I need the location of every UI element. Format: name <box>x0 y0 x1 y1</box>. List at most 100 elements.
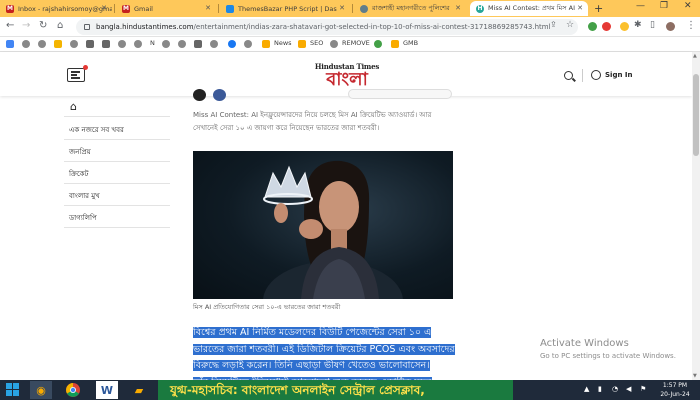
vertical-scrollbar[interactable]: ▲ ▼ <box>692 52 700 380</box>
scroll-up-icon[interactable]: ▲ <box>693 53 697 59</box>
extension-icon[interactable] <box>602 22 611 31</box>
bookmark-icon[interactable] <box>102 40 110 48</box>
scroll-down-icon[interactable]: ▼ <box>693 373 697 379</box>
extension-icon[interactable] <box>588 22 597 31</box>
bookmark-icon[interactable] <box>178 40 186 48</box>
close-icon[interactable]: ✕ <box>101 4 107 12</box>
puzzle-icon[interactable]: ✱ <box>634 20 642 30</box>
maximize-icon[interactable]: ❐ <box>660 1 668 11</box>
user-icon[interactable] <box>591 70 601 80</box>
windows-start-icon[interactable] <box>6 383 20 397</box>
tab-divider <box>114 4 115 13</box>
avatar[interactable] <box>666 22 675 31</box>
sidebar-nav: ⌂ এক নজরে সব খবর জনপ্রিয় ক্রিকেট বাংলার… <box>64 96 170 236</box>
bookmark-star-icon[interactable]: ☆ <box>566 20 574 30</box>
folder-icon[interactable] <box>298 40 306 48</box>
bookmark-icon[interactable] <box>194 40 202 48</box>
sidebar-item-banglar-mukh[interactable]: বাংলার মুখ <box>69 190 100 202</box>
url-host: bangla.hindustantimes.com <box>96 23 194 31</box>
logo-main-text: বাংলা <box>326 69 368 90</box>
extension-icon[interactable] <box>620 22 629 31</box>
tab-title: রাজশাহী মহানগরীতে পুলিশের <box>372 4 450 12</box>
folder-icon[interactable]: ▰ <box>128 381 150 399</box>
minimize-icon[interactable]: — <box>636 1 645 11</box>
url-path: /entertainment/indias-zara-shatavari-got… <box>193 23 551 31</box>
system-clock[interactable]: 1:57 PM 20-Jun-24 <box>655 381 695 399</box>
back-icon[interactable]: ← <box>6 20 14 31</box>
site-logo[interactable]: Hindustan Times বাংলা <box>314 62 380 92</box>
media-app-icon[interactable]: ◉ <box>30 381 52 399</box>
chrome-icon[interactable] <box>62 381 84 399</box>
menu-kebab-icon[interactable]: ⋮ <box>686 20 696 31</box>
bookmark-icon[interactable] <box>22 40 30 48</box>
tab-themesbazar[interactable]: ThemesBazar PHP Script | Das ✕ <box>220 1 350 16</box>
sidebar-item-all-news[interactable]: এক নজরে সব খবর <box>69 124 124 136</box>
share-facebook-icon[interactable] <box>213 89 226 101</box>
themesbazar-icon <box>226 4 234 13</box>
sidebar-item-cricket[interactable]: ক্রিকেট <box>69 168 88 180</box>
new-tab-button[interactable]: + <box>594 2 603 15</box>
divider <box>64 205 170 206</box>
battery-icon[interactable]: ▮ <box>598 385 602 393</box>
tab-rajshahi[interactable]: রাজশাহী মহানগরীতে পুলিশের ✕ <box>354 1 466 16</box>
network-icon[interactable]: ▲ <box>584 385 589 393</box>
forward-icon[interactable]: → <box>22 20 30 31</box>
sign-in-link[interactable]: Sign In <box>605 71 632 79</box>
bookmark-news[interactable]: News <box>274 39 292 47</box>
body-line: ভারতের জারা শতবরী। এই ডিজিটাল ক্রিয়েটর … <box>193 343 455 355</box>
tab-inbox[interactable]: M Inbox - rajshahirsomoy@gmai ✕ <box>0 1 112 16</box>
close-icon[interactable]: ✕ <box>339 4 345 12</box>
bookmark-icon[interactable] <box>70 40 78 48</box>
ht-icon: H <box>476 4 484 13</box>
tab-miss-ai[interactable]: H Miss AI Contest: প্রথম মিস AI ✕ <box>470 1 588 16</box>
news-ticker: যুগ্ম-মহাসচিব: বাংলাদেশ অনলাইন সেন্ট্রাল… <box>158 380 513 400</box>
word-icon[interactable]: W <box>96 381 118 399</box>
sidebar-item-horoscope[interactable]: ডাগ্যলিপি <box>69 212 97 224</box>
home-icon[interactable]: ⌂ <box>57 20 63 31</box>
sidebar-item-popular[interactable]: জনপ্রিয় <box>69 146 91 158</box>
hamburger-menu-icon[interactable] <box>67 65 88 82</box>
bookmark-icon[interactable] <box>38 40 46 48</box>
reload-icon[interactable]: ↻ <box>39 20 47 31</box>
bookmark-icon[interactable] <box>54 40 62 48</box>
bookmark-icon[interactable] <box>86 40 94 48</box>
tab-divider <box>352 4 353 13</box>
sidepanel-icon[interactable]: ▯ <box>650 20 655 30</box>
window-close-icon[interactable]: ✕ <box>684 1 692 11</box>
bookmark-gmb[interactable]: GMB <box>403 39 418 47</box>
share-more-button[interactable] <box>348 89 452 99</box>
apps-icon[interactable] <box>6 40 14 48</box>
bookmark-remove[interactable]: REMOVE <box>342 39 370 47</box>
share-icon[interactable]: ⇪ <box>550 20 557 29</box>
bookmark-icon[interactable] <box>162 40 170 48</box>
search-icon[interactable] <box>564 71 573 80</box>
bookmark-icon[interactable] <box>118 40 126 48</box>
wifi-icon[interactable]: ◔ <box>612 385 618 393</box>
scrollbar-thumb[interactable] <box>693 74 699 156</box>
home-icon[interactable]: ⌂ <box>70 100 77 113</box>
bookmark-icon[interactable] <box>244 40 252 48</box>
bookmark-icon[interactable] <box>134 40 142 48</box>
tab-gmail[interactable]: M Gmail ✕ <box>116 1 216 16</box>
volume-icon[interactable]: ◀ <box>626 385 631 393</box>
bookmark-icon[interactable] <box>330 40 338 48</box>
chrome-logo <box>66 383 80 397</box>
close-icon[interactable]: ✕ <box>455 4 461 12</box>
divider <box>64 139 170 140</box>
share-x-icon[interactable] <box>193 89 206 101</box>
bookmark-icon[interactable] <box>374 40 382 48</box>
bookmark-icon[interactable] <box>210 40 218 48</box>
facebook-icon[interactable] <box>228 40 236 48</box>
folder-icon[interactable] <box>262 40 270 48</box>
folder-icon[interactable] <box>391 40 399 48</box>
bookmark-seo[interactable]: SEO <box>310 39 323 47</box>
bookmarks-bar: N News SEO REMOVE GMB <box>0 37 700 52</box>
close-icon[interactable]: ✕ <box>577 4 583 12</box>
close-icon[interactable]: ✕ <box>205 4 211 12</box>
bookmark-n[interactable]: N <box>150 39 155 47</box>
flag-icon[interactable]: ⚑ <box>640 385 646 393</box>
tab-title: Inbox - rajshahirsomoy@gmai <box>18 4 112 13</box>
url-field[interactable]: bangla.hindustantimes.com/entertainment/… <box>76 19 578 35</box>
notification-dot <box>83 65 88 70</box>
lock-icon <box>84 24 90 30</box>
